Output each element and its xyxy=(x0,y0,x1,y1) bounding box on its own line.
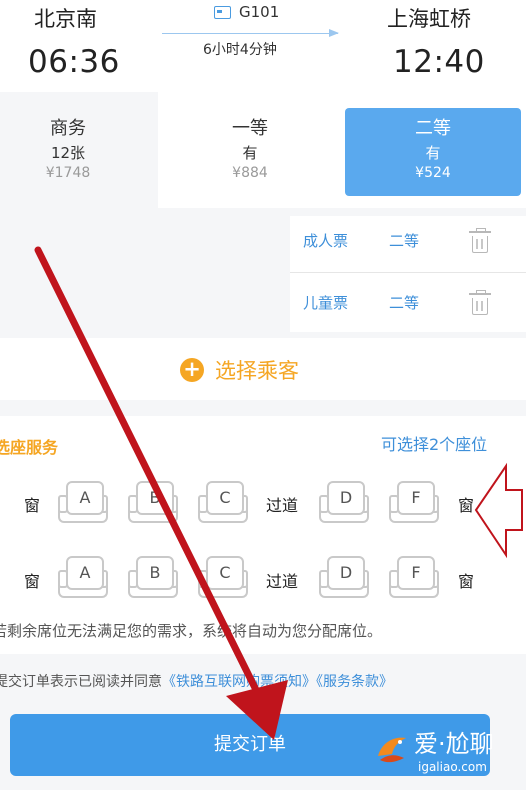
seat-class-availability: 有 xyxy=(425,144,441,162)
purchase-notice-link[interactable]: 《铁路互联网购票须知》 xyxy=(162,674,316,690)
seat-allocation-notice: 若剩余席位无法满足您的需求，系统将自动为您分配席位。 xyxy=(0,622,383,640)
agreement-text: 提交订单表示已阅读并同意《铁路互联网购票须知》《服务条款》 xyxy=(0,671,393,691)
window-label: 窗 xyxy=(24,496,41,515)
watermark: 爱·尬聊 igaliao.com xyxy=(372,724,522,780)
divider xyxy=(290,272,526,273)
seat-class-price: ¥884 xyxy=(232,165,268,181)
seat-class-availability: 有 xyxy=(242,144,258,162)
watermark-brand: 爱·尬聊 xyxy=(414,730,494,758)
seat-class-name: 二等 xyxy=(415,118,451,139)
trash-icon xyxy=(469,228,491,253)
aisle-label: 过道 xyxy=(266,572,299,591)
from-station: 北京南 xyxy=(34,7,97,31)
seat-1b[interactable]: B xyxy=(128,481,178,527)
watermark-url: igaliao.com xyxy=(418,760,487,774)
seat-class-price: ¥1748 xyxy=(45,165,91,181)
seat-class-price: ¥524 xyxy=(415,165,451,181)
seat-2a[interactable]: A xyxy=(58,556,108,602)
seat-2b[interactable]: B xyxy=(128,556,178,602)
trash-icon xyxy=(469,290,491,315)
hollow-arrow-icon xyxy=(474,462,523,559)
seat-class-business[interactable]: 商务 12张 ¥1748 xyxy=(0,108,156,196)
window-label: 窗 xyxy=(458,572,475,591)
seat-class-second[interactable]: 二等 有 ¥524 xyxy=(345,108,521,196)
window-label: 窗 xyxy=(458,496,475,515)
seat-class-name: 商务 xyxy=(50,118,86,139)
seat-1d[interactable]: D xyxy=(319,481,369,527)
seat-class-first[interactable]: 一等 有 ¥884 xyxy=(162,108,338,196)
passenger-ticket-type[interactable]: 成人票 xyxy=(303,230,348,251)
agreement-prefix: 提交订单表示已阅读并同意 xyxy=(0,674,162,690)
passenger-seat-class[interactable]: 二等 xyxy=(389,230,419,251)
submit-order-label: 提交订单 xyxy=(214,734,286,755)
arrive-time: 12:40 xyxy=(393,44,485,80)
seat-1c[interactable]: C xyxy=(198,481,248,527)
seat-service-title: 选座服务 xyxy=(0,438,59,457)
passenger-ticket-type[interactable]: 儿童票 xyxy=(303,292,348,313)
seat-2f[interactable]: F xyxy=(389,556,439,602)
seat-1f[interactable]: F xyxy=(389,481,439,527)
seat-count-hint: 可选择2个座位 xyxy=(381,435,488,454)
seat-1a[interactable]: A xyxy=(58,481,108,527)
delete-passenger-button[interactable] xyxy=(469,228,491,253)
seat-class-availability: 12张 xyxy=(50,144,86,162)
seat-2c[interactable]: C xyxy=(198,556,248,602)
section-divider xyxy=(0,400,526,416)
seat-2d[interactable]: D xyxy=(319,556,369,602)
passenger-seat-class[interactable]: 二等 xyxy=(389,292,419,313)
aisle-label: 过道 xyxy=(266,496,299,515)
window-label: 窗 xyxy=(24,572,41,591)
train-info-icon xyxy=(214,6,231,19)
train-number: G101 xyxy=(239,3,280,21)
route-arrow xyxy=(162,29,339,37)
train-number-row[interactable]: G101 xyxy=(214,3,279,21)
terms-of-service-link[interactable]: 《服务条款》 xyxy=(316,674,393,690)
to-station: 上海虹桥 xyxy=(387,7,471,31)
choose-passenger-label: 选择乘客 xyxy=(215,359,299,383)
delete-passenger-button[interactable] xyxy=(469,290,491,315)
plus-icon: + xyxy=(180,358,204,382)
depart-time: 06:36 xyxy=(28,44,120,80)
parrot-logo-icon xyxy=(378,737,406,763)
choose-passenger-button[interactable]: + 选择乘客 xyxy=(180,355,299,385)
seat-class-name: 一等 xyxy=(232,118,268,139)
trip-duration: 6小时4分钟 xyxy=(203,42,277,58)
